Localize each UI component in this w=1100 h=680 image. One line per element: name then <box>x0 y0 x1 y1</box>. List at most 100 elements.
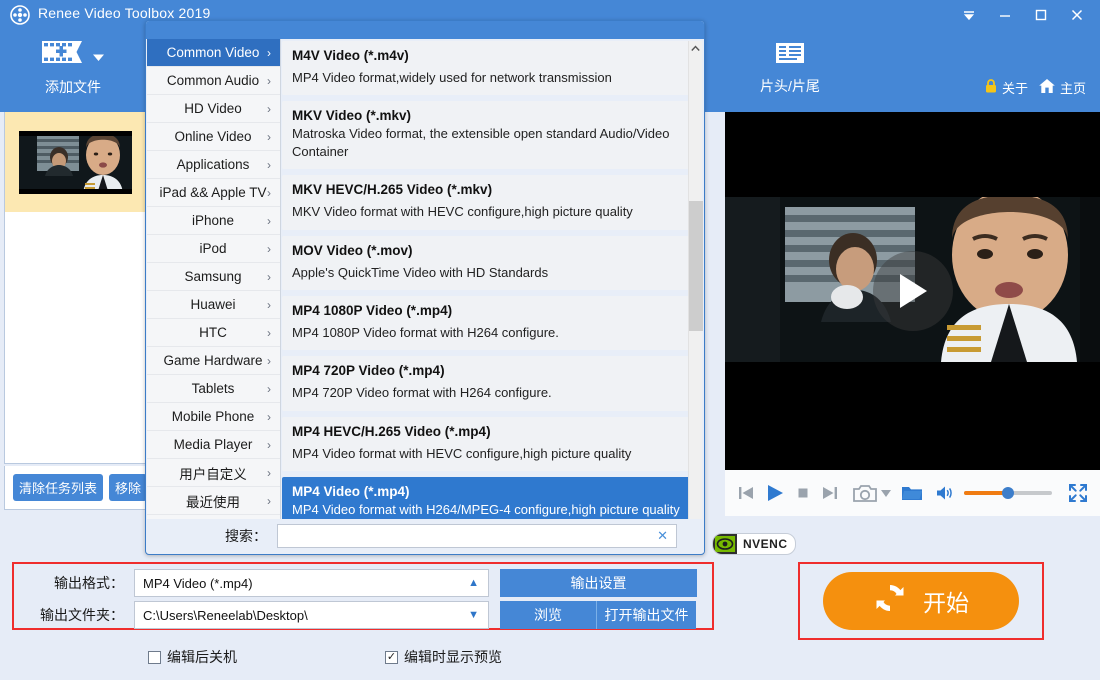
preview-controls <box>725 470 1100 516</box>
chevron-right-icon: › <box>267 130 271 144</box>
app-window: Renee Video Toolbox 2019 <box>0 0 1100 680</box>
window-title: Renee Video Toolbox 2019 <box>38 5 210 21</box>
close-button[interactable] <box>1060 0 1094 30</box>
output-format-label: 输出格式： <box>14 573 134 593</box>
fullscreen-button[interactable] <box>1068 483 1088 503</box>
format-category-item[interactable]: Common Video› <box>147 39 280 67</box>
format-category-list: Common Video›Common Audio›HD Video›Onlin… <box>147 39 281 535</box>
task-list-item[interactable] <box>5 112 146 212</box>
volume-slider[interactable] <box>964 491 1052 495</box>
format-category-item[interactable]: 用户自定义› <box>147 459 280 487</box>
clear-task-list-button[interactable]: 清除任务列表 <box>13 474 103 501</box>
output-folder-combo[interactable]: C:\Users\Reneelab\Desktop\ ▼ <box>134 601 489 629</box>
format-item[interactable]: MP4 720P Video (*.mp4)MP4 720P Video for… <box>282 356 690 410</box>
search-label: 搜索： <box>225 526 267 546</box>
format-item[interactable]: MP4 HEVC/H.265 Video (*.mp4)MP4 Video fo… <box>282 417 690 471</box>
format-category-item[interactable]: Online Video› <box>147 123 280 151</box>
format-category-item[interactable]: Common Audio› <box>147 67 280 95</box>
search-input[interactable] <box>278 525 676 547</box>
stop-button[interactable] <box>795 485 811 501</box>
snapshot-button[interactable] <box>853 484 877 503</box>
titles-card-icon <box>772 55 808 72</box>
format-item-description: MP4 Video format,widely used for network… <box>292 69 680 86</box>
snapshot-dropdown[interactable] <box>881 490 891 497</box>
home-button[interactable]: 主页 <box>1038 78 1086 97</box>
play-button[interactable] <box>765 483 785 503</box>
window-controls <box>952 0 1094 30</box>
show-preview-while-editing-checkbox[interactable]: ✓ 编辑时显示预览 <box>385 647 502 667</box>
volume-button[interactable] <box>935 484 954 502</box>
scrollbar-thumb[interactable] <box>689 201 703 331</box>
format-category-item[interactable]: Samsung› <box>147 263 280 291</box>
format-category-label: Online Video <box>159 129 267 144</box>
video-preview[interactable] <box>725 112 1100 470</box>
nvenc-label: NVENC <box>737 537 788 551</box>
search-field[interactable]: ✕ <box>277 524 677 548</box>
format-category-item[interactable]: Tablets› <box>147 375 280 403</box>
output-folder-label: 输出文件夹： <box>14 605 134 625</box>
add-file-button[interactable]: 添加文件 <box>14 36 132 97</box>
format-item-title: MKV Video (*.mkv) <box>292 108 680 123</box>
chevron-down-icon[interactable]: ▼ <box>468 609 479 621</box>
browse-button[interactable]: 浏览 <box>500 601 597 629</box>
maximize-button[interactable] <box>1024 0 1058 30</box>
format-category-item[interactable]: iPhone› <box>147 207 280 235</box>
format-list-scrollbar[interactable] <box>688 41 702 535</box>
chevron-up-icon[interactable]: ▲ <box>468 577 479 589</box>
minimize-to-tray-button[interactable] <box>952 0 986 30</box>
play-overlay-icon[interactable] <box>873 251 953 331</box>
format-item-description: MP4 1080P Video format with H264 configu… <box>292 324 680 341</box>
format-item[interactable]: MP4 1080P Video (*.mp4)MP4 1080P Video f… <box>282 296 690 350</box>
start-button-label: 开始 <box>923 584 969 618</box>
format-item[interactable]: MKV Video (*.mkv)Matroska Video format, … <box>282 101 690 169</box>
output-folder-row: 输出文件夹： C:\Users\Reneelab\Desktop\ ▼ 浏览 打… <box>14 600 696 630</box>
format-category-item[interactable]: iPad && Apple TV› <box>147 179 280 207</box>
toolbar-right-links: 关于 主页 <box>984 78 1086 97</box>
output-format-combo[interactable]: MP4 Video (*.mp4) ▲ <box>134 569 489 597</box>
add-file-dropdown-icon[interactable] <box>92 49 105 67</box>
shutdown-after-edit-checkbox[interactable]: 编辑后关机 <box>148 647 237 667</box>
add-file-label: 添加文件 <box>14 77 132 97</box>
format-item-description: MP4 Video format with HEVC configure,hig… <box>292 445 680 462</box>
format-category-item[interactable]: 最近使用› <box>147 487 280 515</box>
chevron-right-icon: › <box>267 214 271 228</box>
format-category-item[interactable]: iPod› <box>147 235 280 263</box>
format-category-label: Applications <box>159 157 267 172</box>
format-item-list: M4V Video (*.m4v)MP4 Video format,widely… <box>282 41 690 535</box>
about-button[interactable]: 关于 <box>984 78 1028 97</box>
format-category-item[interactable]: Huawei› <box>147 291 280 319</box>
chevron-right-icon: › <box>267 270 271 284</box>
format-item[interactable]: MKV HEVC/H.265 Video (*.mkv)MKV Video fo… <box>282 175 690 229</box>
minimize-button[interactable] <box>988 0 1022 30</box>
search-clear-icon[interactable]: ✕ <box>657 528 668 544</box>
format-category-item[interactable]: Game Hardware› <box>147 347 280 375</box>
format-category-item[interactable]: HTC› <box>147 319 280 347</box>
format-category-label: Samsung <box>159 269 267 284</box>
format-category-item[interactable]: Mobile Phone› <box>147 403 280 431</box>
checkbox-box[interactable] <box>148 651 161 664</box>
volume-slider-handle[interactable] <box>1002 487 1014 499</box>
output-folder-value: C:\Users\Reneelab\Desktop\ <box>143 608 308 623</box>
checkbox-box-checked[interactable]: ✓ <box>385 651 398 664</box>
format-category-item[interactable]: Media Player› <box>147 431 280 459</box>
format-category-item[interactable]: HD Video› <box>147 95 280 123</box>
start-button[interactable]: 开始 <box>823 572 1019 630</box>
next-frame-button[interactable] <box>821 484 839 502</box>
remove-task-button[interactable]: 移除 <box>109 474 147 501</box>
format-item[interactable]: MOV Video (*.mov)Apple's QuickTime Video… <box>282 236 690 290</box>
output-settings-button[interactable]: 输出设置 <box>500 569 697 597</box>
format-item[interactable]: M4V Video (*.m4v)MP4 Video format,widely… <box>282 41 690 95</box>
format-category-label: Media Player <box>159 437 267 452</box>
scroll-up-button[interactable] <box>689 41 702 56</box>
chevron-right-icon: › <box>267 354 271 368</box>
output-format-value: MP4 Video (*.mp4) <box>143 576 253 591</box>
output-settings-panel: 输出格式： MP4 Video (*.mp4) ▲ 输出设置 输出文件夹： C:… <box>12 562 714 630</box>
previous-frame-button[interactable] <box>737 484 755 502</box>
open-folder-button[interactable] <box>901 484 923 502</box>
intro-outro-button[interactable]: 片头/片尾 <box>735 36 845 96</box>
home-label: 主页 <box>1060 78 1086 97</box>
format-category-item[interactable]: Applications› <box>147 151 280 179</box>
open-output-folder-button[interactable]: 打开输出文件 <box>597 601 696 629</box>
chevron-right-icon: › <box>267 158 271 172</box>
app-logo-icon <box>10 5 30 25</box>
